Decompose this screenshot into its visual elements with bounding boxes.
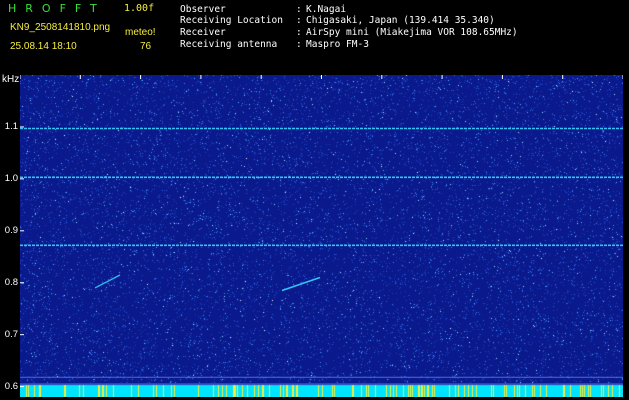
meteor-echo-streak (281, 276, 321, 292)
y-tick-label: 0.7 (4, 328, 18, 340)
spectrogram-overlay (20, 75, 623, 388)
meteor-echo-streak (94, 274, 121, 289)
y-axis-unit-label: kHz (2, 74, 20, 85)
antenna-separator: : (296, 39, 302, 50)
location-separator: : (296, 15, 302, 26)
location-value: Chigasaki, Japan (139.414 35.340) (306, 15, 495, 26)
y-tick-label: 1.0 (4, 172, 18, 184)
receiver-separator: : (296, 27, 302, 38)
y-tick-label: 0.9 (4, 224, 18, 236)
receiver-value: AirSpy mini (Miakejima VOR 108.65MHz) (306, 27, 518, 38)
app-title: HROFFT (8, 2, 106, 15)
antenna-label: Receiving antenna (180, 39, 278, 50)
version-label: 1.00f (124, 3, 155, 14)
mode-label: meteo! (125, 27, 156, 38)
header-panel: HROFFT 1.00f KN9_2508141810.png meteo! 2… (0, 0, 629, 74)
receiver-label: Receiver (180, 27, 226, 38)
y-tick-label: 0.6 (4, 380, 18, 392)
location-label: Receiving Location (180, 15, 283, 26)
y-tick-label: 1.1 (4, 120, 18, 132)
count-label: 76 (140, 41, 152, 52)
filename-label: KN9_2508141810.png (10, 22, 111, 33)
antenna-value: Maspro FM-3 (306, 39, 369, 50)
y-tick-label: 0.8 (4, 276, 18, 288)
timestamp-label: 25.08.14 18:10 (10, 41, 77, 52)
